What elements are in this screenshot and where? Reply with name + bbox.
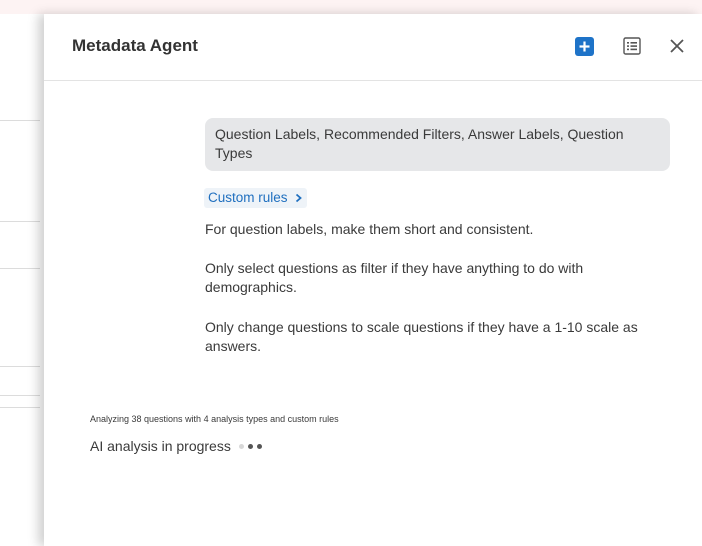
close-button[interactable] <box>665 34 689 58</box>
background-divider <box>0 395 40 396</box>
analysis-status-text: AI analysis in progress <box>90 438 231 454</box>
loading-dots-icon <box>238 443 262 449</box>
loading-dot <box>256 443 262 449</box>
custom-rules-label: Custom rules <box>208 190 288 205</box>
background-divider <box>0 221 40 222</box>
background-divider <box>0 268 40 269</box>
background-divider <box>0 120 40 121</box>
plus-icon <box>579 41 590 52</box>
panel-header: Metadata Agent <box>44 14 702 81</box>
list-icon <box>623 37 641 55</box>
chevron-right-icon <box>295 193 302 202</box>
list-view-button[interactable] <box>621 35 643 57</box>
custom-rule-text: Only change questions to scale questions… <box>205 319 638 354</box>
loading-dot <box>238 443 244 449</box>
analysis-status: AI analysis in progress <box>90 438 262 454</box>
custom-rule-text: Only select questions as filter if they … <box>205 260 584 295</box>
metadata-agent-panel: Metadata Agent Question Labels, Recommen… <box>44 14 702 546</box>
background-divider <box>0 366 40 367</box>
panel-title: Metadata Agent <box>72 36 198 55</box>
background-top-strip <box>0 0 702 14</box>
custom-rules-link[interactable]: Custom rules <box>204 188 307 208</box>
custom-rule-text: For question labels, make them short and… <box>205 221 534 237</box>
close-icon <box>670 39 684 53</box>
analysis-detail-text: Analyzing 38 questions with 4 analysis t… <box>90 414 339 424</box>
add-button[interactable] <box>575 37 594 56</box>
loading-dot <box>247 443 253 449</box>
page: Metadata Agent Question Labels, Recommen… <box>0 0 702 546</box>
request-message-bubble: Question Labels, Recommended Filters, An… <box>205 118 670 171</box>
background-divider <box>0 407 40 408</box>
